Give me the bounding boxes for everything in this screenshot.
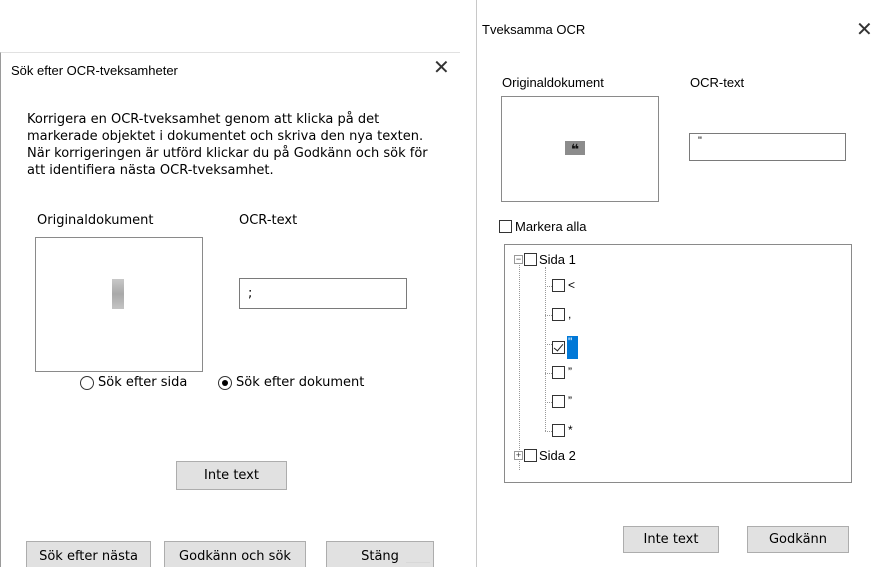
tree-leaf-label: < xyxy=(568,278,576,292)
approve-and-search-button[interactable]: Godkänn och sök xyxy=(164,541,306,567)
ocr-tree-view[interactable]: − Sida 1 <, " ” ” * + Sida 2 xyxy=(504,244,852,483)
instructions-text: Korrigera en OCR-tveksamhet genom att kl… xyxy=(27,112,428,178)
tree-line xyxy=(545,373,552,374)
dialog-title: Tveksamma OCR xyxy=(482,22,586,37)
not-text-button[interactable]: Inte text xyxy=(623,526,719,553)
select-all-label: Markera alla xyxy=(515,219,587,234)
suspicious-ocr-dialog: Tveksamma OCR ✕ Originaldokument OCR-tex… xyxy=(476,0,878,567)
tree-leaf-label: ” xyxy=(568,365,572,379)
tree-line xyxy=(519,265,520,470)
tree-line xyxy=(545,402,552,403)
tree-line xyxy=(545,267,546,431)
checkbox-icon[interactable] xyxy=(552,394,565,408)
not-text-button[interactable]: Inte text xyxy=(176,461,287,490)
search-document-label: Sök efter dokument xyxy=(236,375,365,390)
ocr-text-label: OCR-text xyxy=(690,75,745,90)
dialog-title: Sök efter OCR-tveksamheter xyxy=(11,63,178,78)
collapse-icon[interactable]: − xyxy=(514,255,523,264)
checkbox-icon[interactable] xyxy=(524,449,537,462)
ocr-text-label: OCR-text xyxy=(239,213,298,228)
tree-leaf-item[interactable]: ” xyxy=(552,365,573,379)
tree-leaf-item[interactable]: * xyxy=(552,423,574,437)
tree-node-page-1[interactable]: − Sida 1 xyxy=(514,252,576,267)
checkbox-icon[interactable] xyxy=(499,220,512,233)
tree-node-page-2[interactable]: + Sida 2 xyxy=(514,448,576,463)
search-page-label: Sök efter sida xyxy=(98,375,188,390)
checkbox-icon[interactable] xyxy=(552,423,565,437)
tree-line xyxy=(545,315,552,316)
search-ocr-dialog: Sök efter OCR-tveksamheter ✕ Korrigera e… xyxy=(0,52,460,567)
tree-line xyxy=(545,344,552,345)
tree-node-label: Sida 2 xyxy=(539,448,576,463)
quote-glyph-image: ❝ xyxy=(565,141,585,157)
tree-leaf-label: , xyxy=(568,307,572,321)
tree-leaf-item[interactable]: " xyxy=(552,336,578,359)
tree-leaf-label: * xyxy=(568,423,573,437)
resize-grip-icon[interactable] xyxy=(406,562,430,567)
tree-line xyxy=(545,431,552,432)
original-document-preview: ❝ xyxy=(501,96,659,202)
tree-node-label: Sida 1 xyxy=(539,252,576,267)
tree-leaf-item[interactable]: < xyxy=(552,278,576,292)
tree-leaf-label: ” xyxy=(568,394,572,408)
radio-circle-icon[interactable] xyxy=(80,375,94,390)
tree-leaf-item[interactable]: , xyxy=(552,307,572,321)
search-page-radio[interactable]: Sök efter sida xyxy=(80,375,187,390)
tree-line xyxy=(545,286,552,287)
original-document-label: Originaldokument xyxy=(37,213,154,228)
checkbox-icon[interactable] xyxy=(552,278,565,292)
approve-button[interactable]: Godkänn xyxy=(747,526,849,553)
search-document-radio[interactable]: Sök efter dokument xyxy=(218,375,364,390)
close-icon[interactable]: ✕ xyxy=(856,20,873,40)
ocr-text-field[interactable]: " xyxy=(689,133,846,161)
tree-leaf-label: " xyxy=(567,336,578,359)
checkbox-icon[interactable] xyxy=(552,307,565,321)
original-document-label: Originaldokument xyxy=(502,75,604,90)
tree-leaf-item[interactable]: ” xyxy=(552,394,573,408)
checkbox-icon[interactable] xyxy=(552,341,565,354)
expand-icon[interactable]: + xyxy=(514,451,523,460)
close-icon[interactable]: ✕ xyxy=(433,58,450,78)
ocr-text-field[interactable]: ; xyxy=(239,278,407,309)
suspicious-glyph-image xyxy=(112,279,124,309)
radio-circle-icon[interactable] xyxy=(218,375,232,390)
search-next-button[interactable]: Sök efter nästa xyxy=(26,541,151,567)
checkbox-icon[interactable] xyxy=(524,253,537,266)
select-all-checkbox[interactable]: Markera alla xyxy=(499,219,587,234)
original-document-preview xyxy=(35,237,203,372)
checkbox-icon[interactable] xyxy=(552,365,565,379)
